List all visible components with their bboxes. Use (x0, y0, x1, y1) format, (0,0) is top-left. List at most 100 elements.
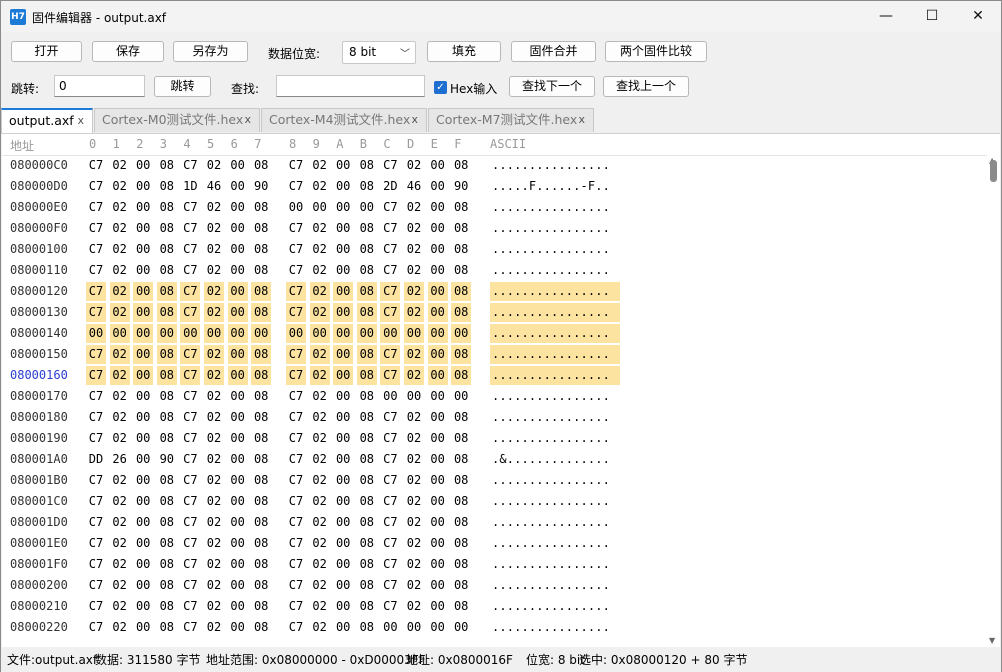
hex-byte[interactable]: 08 (157, 198, 177, 217)
hex-byte[interactable]: 00 (133, 534, 153, 553)
hex-byte[interactable]: 08 (157, 408, 177, 427)
hex-byte[interactable]: 46 (404, 177, 424, 196)
hex-byte[interactable]: 00 (428, 219, 448, 238)
hex-byte[interactable]: 02 (110, 471, 130, 490)
hex-byte[interactable]: 02 (404, 303, 424, 322)
hex-byte[interactable]: 02 (404, 345, 424, 364)
hex-byte[interactable]: C7 (286, 303, 306, 322)
hex-byte[interactable]: 02 (310, 240, 330, 259)
hex-byte[interactable]: 02 (109, 303, 130, 322)
hex-byte[interactable]: 02 (110, 177, 130, 196)
hex-byte[interactable]: 00 (133, 597, 153, 616)
hex-byte[interactable]: 02 (404, 471, 424, 490)
hex-byte[interactable]: 00 (109, 324, 130, 343)
hex-byte[interactable]: 02 (404, 261, 424, 280)
ascii-cell[interactable]: .....F......-F.. (490, 177, 620, 196)
hex-byte[interactable]: 00 (333, 198, 353, 217)
hex-byte[interactable]: 00 (380, 387, 400, 406)
hex-byte[interactable]: C7 (286, 219, 306, 238)
hex-byte[interactable]: 02 (310, 429, 330, 448)
hex-byte[interactable]: 00 (133, 471, 153, 490)
hex-byte[interactable]: 08 (251, 240, 271, 259)
hex-byte[interactable]: 00 (228, 618, 248, 637)
hex-byte[interactable]: 00 (428, 156, 448, 175)
hex-byte[interactable]: 02 (110, 597, 130, 616)
hex-byte[interactable]: 08 (251, 303, 272, 322)
hex-byte[interactable]: 02 (404, 492, 424, 511)
hex-byte[interactable]: 00 (428, 534, 448, 553)
hex-byte[interactable]: C7 (180, 366, 201, 385)
hex-byte[interactable]: 08 (356, 303, 377, 322)
hex-byte[interactable]: 02 (404, 156, 424, 175)
hex-byte[interactable]: C7 (380, 492, 400, 511)
hex-byte[interactable]: 00 (227, 366, 248, 385)
hex-byte[interactable]: 08 (251, 156, 271, 175)
hex-byte[interactable]: 02 (310, 387, 330, 406)
hex-byte[interactable]: 00 (357, 198, 377, 217)
hex-byte[interactable]: C7 (180, 492, 200, 511)
hex-byte[interactable]: C7 (380, 345, 401, 364)
hex-byte[interactable]: C7 (286, 555, 306, 574)
hex-byte[interactable]: 00 (228, 576, 248, 595)
hex-byte[interactable]: 00 (133, 198, 153, 217)
hex-byte[interactable]: 02 (204, 597, 224, 616)
goto-input[interactable]: 0 (54, 75, 145, 97)
save-as-button[interactable]: 另存为 (173, 41, 248, 62)
hex-byte[interactable]: 00 (404, 618, 424, 637)
hex-byte[interactable]: 08 (251, 219, 271, 238)
hex-byte[interactable]: 02 (404, 408, 424, 427)
hex-byte[interactable]: C7 (286, 156, 306, 175)
hex-byte[interactable]: C7 (180, 345, 201, 364)
hex-byte[interactable]: 02 (110, 261, 130, 280)
hex-byte[interactable]: 00 (227, 282, 248, 301)
hex-byte[interactable]: 00 (428, 387, 448, 406)
hex-byte[interactable]: 08 (357, 429, 377, 448)
hex-byte[interactable]: 02 (110, 387, 130, 406)
hex-byte[interactable]: 00 (428, 471, 448, 490)
hex-byte[interactable]: C7 (380, 156, 400, 175)
hex-byte[interactable]: 00 (133, 156, 153, 175)
hex-byte[interactable]: 08 (157, 555, 177, 574)
hex-byte[interactable]: C7 (86, 387, 106, 406)
hex-byte[interactable]: 00 (451, 618, 471, 637)
hex-byte[interactable]: C7 (380, 366, 401, 385)
hex-byte[interactable]: 02 (110, 198, 130, 217)
ascii-cell[interactable]: ................ (490, 240, 620, 259)
ascii-cell[interactable]: ................ (490, 261, 620, 280)
hex-byte[interactable]: 02 (204, 240, 224, 259)
hex-byte[interactable]: 08 (451, 282, 472, 301)
hex-byte[interactable]: C7 (380, 303, 401, 322)
hex-byte[interactable]: 08 (451, 429, 471, 448)
hex-byte[interactable]: 02 (404, 219, 424, 238)
hex-byte[interactable]: C7 (286, 240, 306, 259)
hex-byte[interactable]: 00 (333, 471, 353, 490)
hex-byte[interactable]: 00 (133, 555, 153, 574)
ascii-cell[interactable]: ................ (490, 198, 620, 217)
hex-byte[interactable]: 02 (204, 450, 224, 469)
ascii-cell[interactable]: ................ (490, 597, 620, 616)
scrollbar-thumb[interactable] (990, 160, 997, 182)
hex-byte[interactable]: C7 (380, 597, 400, 616)
hex-byte[interactable]: 00 (180, 324, 201, 343)
hex-byte[interactable]: 00 (133, 513, 153, 532)
hex-byte[interactable]: 00 (228, 408, 248, 427)
hex-byte[interactable]: 02 (204, 429, 224, 448)
hex-byte[interactable]: C7 (86, 240, 106, 259)
ascii-cell[interactable]: ................ (490, 219, 620, 238)
hex-byte[interactable]: C7 (380, 408, 400, 427)
bitwidth-select[interactable]: 8 bit ﹀ (342, 41, 416, 64)
hex-byte[interactable]: 00 (133, 345, 154, 364)
hex-byte[interactable]: 00 (427, 282, 448, 301)
hex-byte[interactable]: 26 (110, 450, 130, 469)
hex-byte[interactable]: C7 (180, 156, 200, 175)
hex-byte[interactable]: 00 (204, 324, 224, 343)
hex-byte[interactable]: 02 (109, 282, 130, 301)
hex-byte[interactable]: C7 (86, 198, 106, 217)
vertical-scrollbar[interactable]: ▲ ▼ (987, 156, 1000, 647)
hex-byte[interactable]: 02 (204, 534, 224, 553)
hex-byte[interactable]: 00 (333, 408, 353, 427)
hex-byte[interactable]: 02 (109, 345, 130, 364)
hex-byte[interactable]: C7 (380, 471, 400, 490)
hex-byte[interactable]: 02 (404, 198, 424, 217)
hex-byte[interactable]: C7 (180, 240, 200, 259)
